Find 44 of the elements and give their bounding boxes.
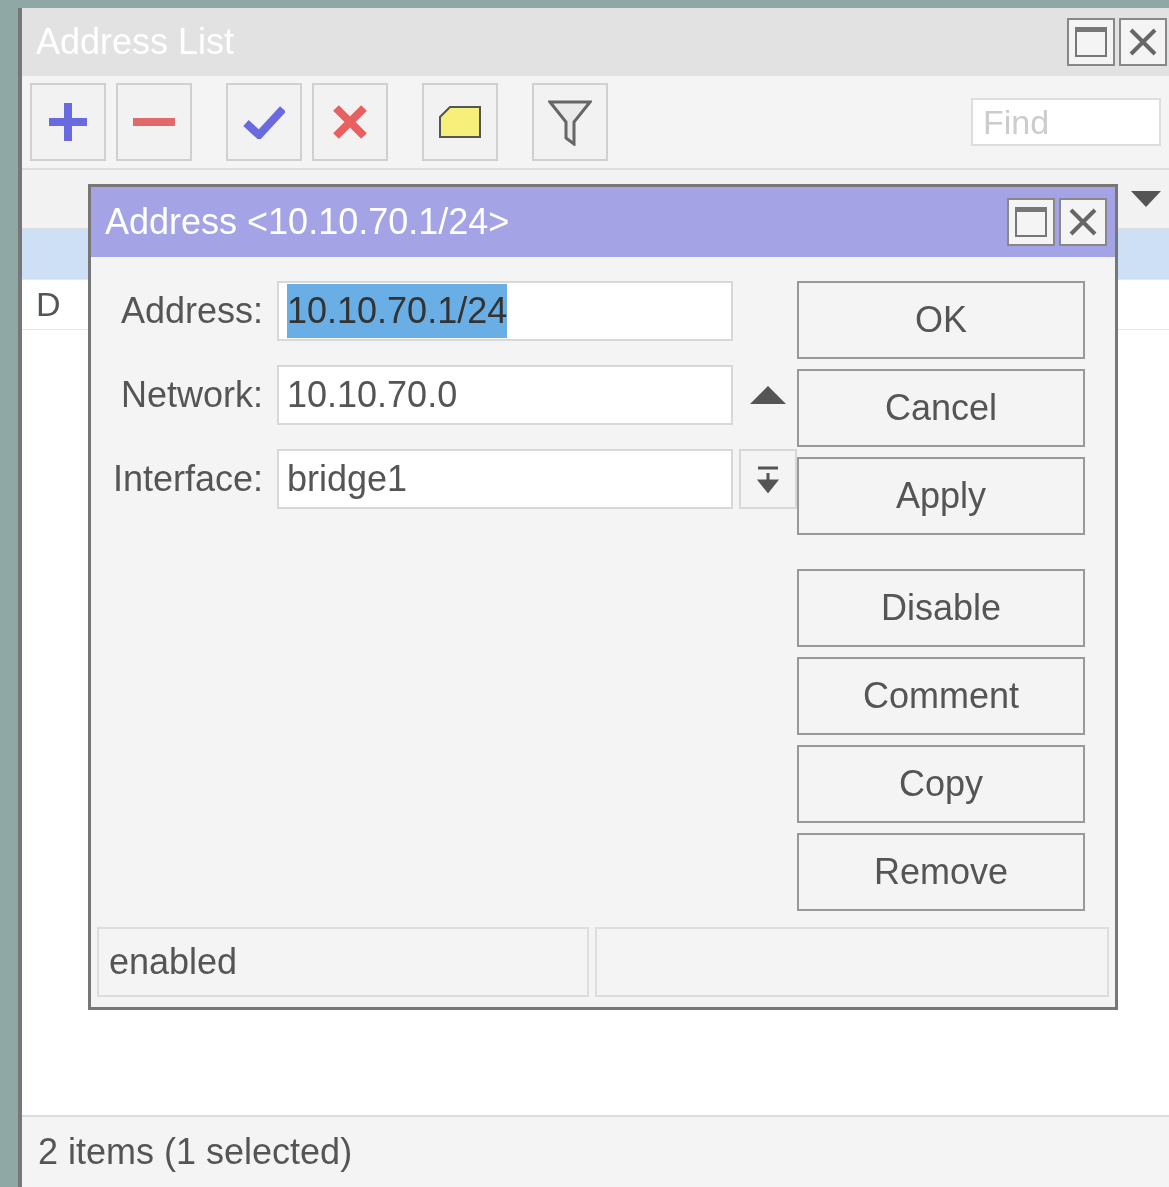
note-icon — [438, 105, 482, 139]
funnel-icon — [548, 98, 592, 146]
enable-button[interactable] — [226, 83, 302, 161]
maximize-button[interactable] — [1067, 18, 1115, 66]
dialog-button[interactable]: Apply — [797, 457, 1085, 535]
dialog-button[interactable]: Cancel — [797, 369, 1085, 447]
close-button[interactable] — [1119, 18, 1167, 66]
disable-button[interactable] — [312, 83, 388, 161]
dialog-button[interactable]: Copy — [797, 745, 1085, 823]
table-cell-text: D — [36, 284, 61, 325]
dialog-button[interactable]: OK — [797, 281, 1085, 359]
field-label: Network: — [119, 373, 264, 417]
dialog-button[interactable]: Remove — [797, 833, 1085, 911]
status-cell: enabled — [97, 927, 589, 997]
up-triangle-icon — [750, 386, 786, 404]
down-arrow-icon — [756, 465, 780, 493]
field-value: bridge1 — [287, 457, 408, 501]
field-label: Interface: — [111, 457, 264, 501]
dialog-title: Address <10.10.70.1/24> — [105, 200, 510, 244]
checkmark-icon — [243, 105, 285, 139]
dialog-button[interactable]: Comment — [797, 657, 1085, 735]
close-button[interactable] — [1059, 198, 1107, 246]
input-field[interactable]: 10.10.70.1/24 — [277, 281, 733, 341]
dropdown-button[interactable] — [739, 449, 797, 509]
x-icon — [332, 104, 368, 140]
dialog-button[interactable]: Disable — [797, 569, 1085, 647]
dropdown-arrow-icon — [1131, 191, 1161, 207]
maximize-icon — [1015, 207, 1047, 237]
add-button[interactable] — [30, 83, 106, 161]
input-field[interactable]: 10.10.70.0 — [277, 365, 733, 425]
comment-button[interactable] — [422, 83, 498, 161]
remove-button[interactable] — [116, 83, 192, 161]
plus-icon — [47, 101, 89, 143]
filter-button[interactable] — [532, 83, 608, 161]
maximize-button[interactable] — [1007, 198, 1055, 246]
close-icon — [1068, 207, 1098, 237]
field-label: Address: — [119, 289, 264, 333]
field-value: 10.10.70.1/24 — [287, 284, 508, 338]
minus-icon — [133, 117, 175, 127]
field-value: 10.10.70.0 — [287, 373, 458, 417]
maximize-icon — [1075, 27, 1107, 57]
status-text: 2 items (1 selected) — [38, 1130, 353, 1174]
input-field[interactable]: bridge1 — [277, 449, 733, 509]
close-icon — [1128, 27, 1158, 57]
